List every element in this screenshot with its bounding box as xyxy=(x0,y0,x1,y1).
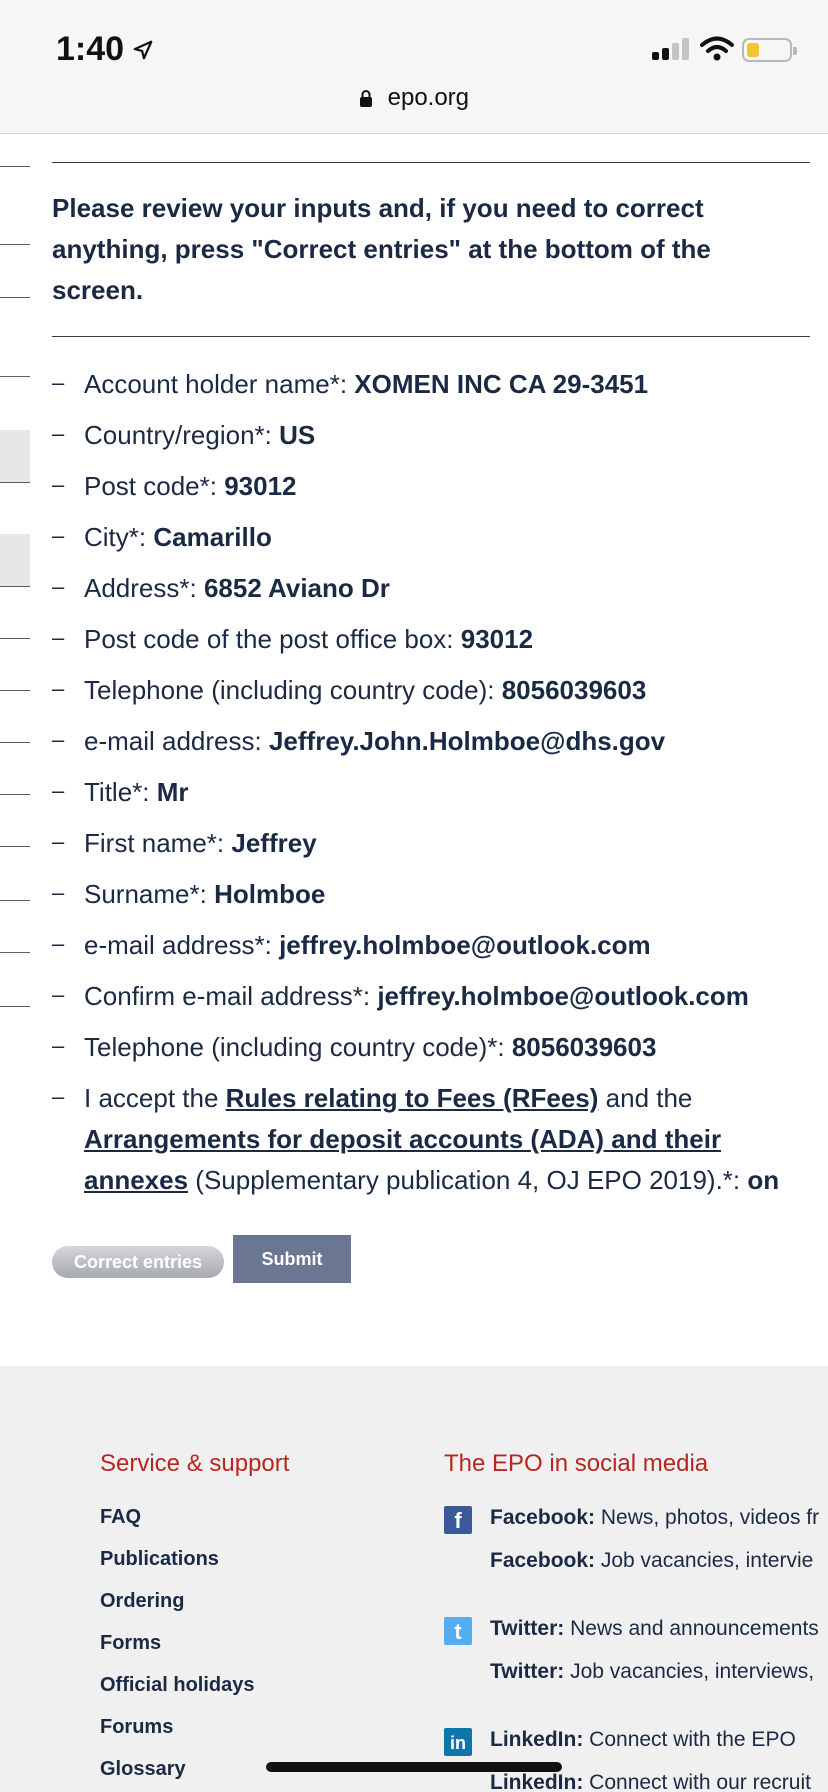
review-notice: Please review your inputs and, if you ne… xyxy=(52,193,711,305)
footer: Service & support FAQ Publications Order… xyxy=(0,1366,828,1792)
footer-link-faq[interactable]: FAQ xyxy=(100,1506,254,1548)
service-support-title: Service & support xyxy=(100,1450,290,1477)
cellular-signal-icon xyxy=(652,38,689,60)
battery-icon xyxy=(742,38,797,62)
submit-button[interactable]: Submit xyxy=(233,1235,351,1283)
social-link[interactable]: Twitter: Job vacancies, interviews, xyxy=(444,1660,828,1703)
facebook-icon: f xyxy=(444,1506,472,1534)
footer-link-ordering[interactable]: Ordering xyxy=(100,1590,254,1632)
list-item: – Telephone (including country code)*: 80… xyxy=(52,1032,657,1062)
footer-link-glossary[interactable]: Glossary xyxy=(100,1758,254,1792)
url-text: epo.org xyxy=(387,84,470,111)
divider-top xyxy=(52,162,810,163)
review-entries-list: – Account holder name*: XOMEN INC CA 29-3… xyxy=(52,364,822,1211)
list-item: – Account holder name*: XOMEN INC CA 29-3… xyxy=(52,369,649,399)
social-link[interactable]: LinkedIn: Connect with our recruit xyxy=(444,1771,828,1792)
list-item: – Surname*: Holmboe xyxy=(52,879,326,909)
list-item: – Address*: 6852 Aviano Dr xyxy=(52,573,390,603)
rfees-link[interactable]: Rules relating to Fees (RFees) xyxy=(226,1083,599,1113)
browser-top-bar: 1:40 epo.org xyxy=(0,0,828,134)
location-arrow-icon xyxy=(133,40,153,59)
home-indicator[interactable] xyxy=(266,1762,562,1772)
linkedin-icon: in xyxy=(444,1728,472,1756)
social-media-title: The EPO in social media xyxy=(444,1450,709,1477)
list-item: – Title*: Mr xyxy=(52,777,189,807)
status-time: 1:40 xyxy=(56,30,154,69)
footer-link-official-holidays[interactable]: Official holidays xyxy=(100,1674,254,1716)
list-item: – Country/region*: US xyxy=(52,420,316,450)
list-item: – First name*: Jeffrey xyxy=(52,828,317,858)
footer-link-publications[interactable]: Publications xyxy=(100,1548,254,1590)
url-bar[interactable]: epo.org xyxy=(0,84,828,112)
lock-icon xyxy=(359,90,372,107)
list-item: – e-mail address: Jeffrey.John.Holmboe@dh… xyxy=(52,726,666,756)
social-twitter: t Twitter: News and announcements Twitter… xyxy=(444,1617,828,1703)
divider-bottom xyxy=(52,336,810,337)
list-item: – Post code of the post office box: 93012 xyxy=(52,624,534,654)
list-item: – e-mail address*: jeffrey.holmboe@outloo… xyxy=(52,930,651,960)
list-item: – Telephone (including country code): 805… xyxy=(52,675,647,705)
social-link[interactable]: f Facebook: News, photos, videos fr xyxy=(444,1506,828,1549)
social-facebook: f Facebook: News, photos, videos fr Faceb… xyxy=(444,1506,828,1592)
list-item: – Post code*: 93012 xyxy=(52,471,297,501)
list-item: – Confirm e-mail address*: jeffrey.holmbo… xyxy=(52,981,749,1011)
twitter-icon: t xyxy=(444,1617,472,1645)
accept-terms-item: – I accept the Rules relating to Fees (RF… xyxy=(52,1083,780,1195)
social-link[interactable]: Facebook: Job vacancies, intervie xyxy=(444,1549,828,1592)
list-item: – City*: Camarillo xyxy=(52,522,272,552)
footer-link-forms[interactable]: Forms xyxy=(100,1632,254,1674)
service-links: FAQ Publications Ordering Forms Official… xyxy=(100,1506,254,1792)
footer-link-forums[interactable]: Forums xyxy=(100,1716,254,1758)
social-link[interactable]: t Twitter: News and announcements xyxy=(444,1617,828,1660)
correct-entries-button[interactable]: Correct entries xyxy=(52,1246,224,1278)
social-linkedin: in LinkedIn: Connect with the EPO LinkedI… xyxy=(444,1728,828,1792)
wifi-icon xyxy=(700,36,734,61)
